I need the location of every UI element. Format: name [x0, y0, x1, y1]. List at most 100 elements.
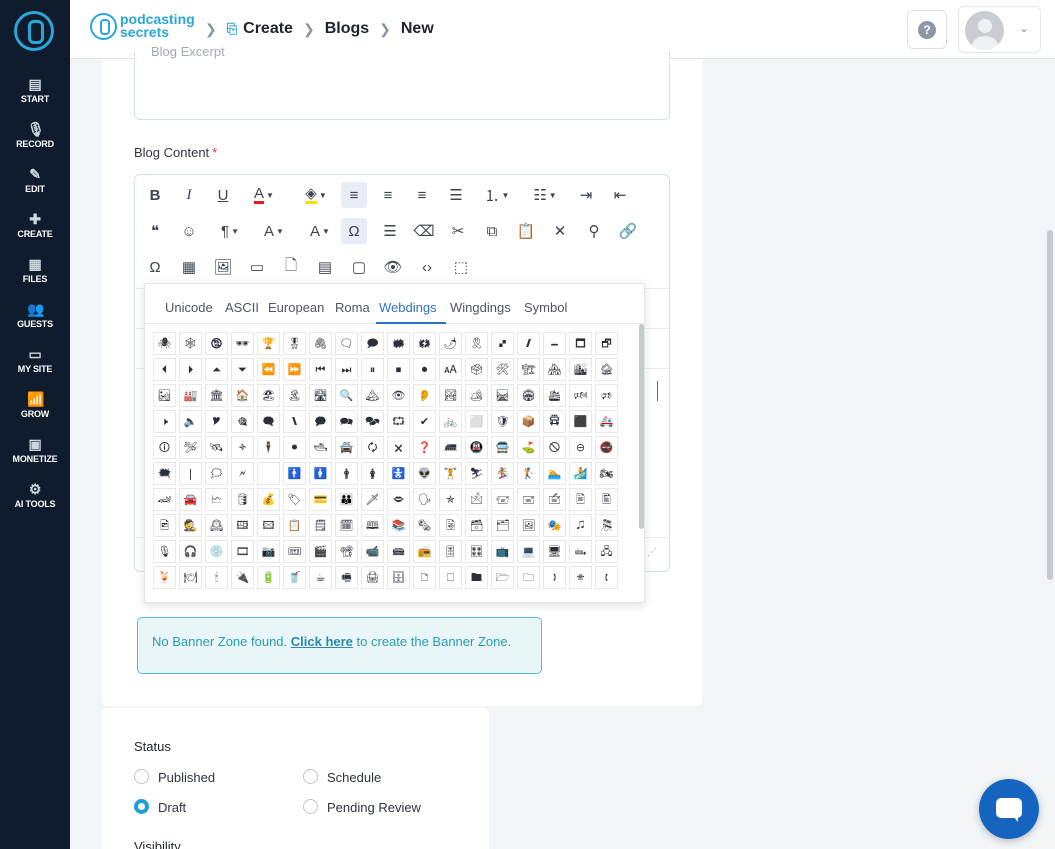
special-char-cell[interactable]: 🗮	[153, 462, 176, 485]
special-char-cell[interactable]: 🏘	[543, 358, 566, 381]
app-logo-icon[interactable]	[14, 11, 54, 51]
paste-icon[interactable]: 📋	[513, 218, 539, 244]
special-char-cell[interactable]: 🗚	[439, 358, 462, 381]
status-pending-review-radio[interactable]	[303, 799, 318, 814]
special-char-cell[interactable]: 🗆	[439, 566, 462, 589]
paragraph-format-icon[interactable]: ¶ ▼	[212, 218, 248, 244]
special-char-cell[interactable]: 🎘	[595, 514, 618, 537]
special-char-cell[interactable]: 🚔	[335, 436, 358, 459]
special-char-cell[interactable]: 🛩	[179, 436, 202, 459]
special-char-cell[interactable]: 🗄	[387, 566, 410, 589]
status-schedule-radio[interactable]	[303, 769, 318, 784]
special-char-cell[interactable]: 🚘	[179, 488, 202, 511]
special-char-cell[interactable]: 🖃	[517, 488, 540, 511]
sidebar-item-ai-tools[interactable]: ⚙ AI TOOLS	[0, 481, 70, 509]
special-char-cell[interactable]: 🍽	[179, 566, 202, 589]
special-char-cell[interactable]: 📦	[517, 410, 540, 433]
link-icon[interactable]: 🔗	[615, 218, 641, 244]
ordered-list-icon[interactable]: ⒈ ▼	[479, 182, 515, 208]
special-char-cell[interactable]: ⏪	[257, 358, 280, 381]
special-char-cell[interactable]: 🗅	[413, 566, 436, 589]
special-char-cell[interactable]: 👪	[335, 488, 358, 511]
special-char-cell[interactable]: 🎙	[153, 540, 176, 563]
special-char-cell[interactable]: 🎗	[465, 332, 488, 355]
special-char-cell[interactable]: 🗨	[335, 332, 358, 355]
special-char-cell[interactable]: 🏛	[205, 384, 228, 407]
special-char-cell[interactable]: 🏆	[257, 332, 280, 355]
special-char-cell[interactable]: ☕	[309, 566, 332, 589]
bold-icon[interactable]: B	[142, 182, 168, 208]
search-icon[interactable]: ⚲	[581, 218, 607, 244]
special-char-cell[interactable]: 🔋	[257, 566, 280, 589]
special-char-cell[interactable]: ✯	[439, 488, 462, 511]
outdent-icon[interactable]: ⇤	[607, 182, 633, 208]
popup-scrollbar[interactable]	[639, 324, 644, 529]
special-char-cell[interactable]: 🏔	[361, 384, 384, 407]
special-char-cell[interactable]: 🗠	[205, 488, 228, 511]
special-char-cell[interactable]: 🏖	[257, 384, 280, 407]
special-char-cell[interactable]: 🕷	[153, 332, 176, 355]
special-char-cell[interactable]: 🏕	[465, 384, 488, 407]
special-char-cell[interactable]: 🖻	[153, 514, 176, 537]
special-char-cell[interactable]: ⏮	[309, 358, 332, 381]
code-view-icon[interactable]: ‹›	[414, 254, 440, 280]
special-char-cell[interactable]: 🎜	[569, 514, 592, 537]
special-char-cell[interactable]: 🖄	[465, 488, 488, 511]
special-char-cell[interactable]: 🗖	[569, 332, 592, 355]
preview-icon[interactable]: 👁	[380, 254, 406, 280]
special-char-cell[interactable]: 🔍	[335, 384, 358, 407]
special-char-cell[interactable]: 🚼	[387, 462, 410, 485]
special-char-cell[interactable]: 🛢	[231, 488, 254, 511]
font-family-icon[interactable]: A ▼	[302, 218, 338, 244]
special-char-cell[interactable]: 🛣	[309, 384, 332, 407]
special-char-cell[interactable]: 👂	[413, 384, 436, 407]
tab-european[interactable]: European	[268, 300, 324, 315]
sidebar-item-my-site[interactable]: ▭ MY SITE	[0, 346, 70, 374]
special-char-cell[interactable]: 🗭	[309, 410, 332, 433]
special-char-cell[interactable]: 💳	[309, 488, 332, 511]
brand-logo[interactable]: podcasting secrets	[90, 12, 195, 40]
align-center-icon[interactable]: ≡	[375, 182, 401, 208]
special-char-cell[interactable]: 🗩	[361, 332, 384, 355]
special-char-cell[interactable]: 🗰	[387, 332, 410, 355]
special-char-cell[interactable]: 🗟	[439, 514, 462, 537]
special-char-cell[interactable]: 🗪	[335, 410, 358, 433]
special-char-cell[interactable]: 🚺	[309, 462, 332, 485]
special-char-cell[interactable]: 🛉	[335, 462, 358, 485]
special-char-cell[interactable]: 🕽	[543, 566, 566, 589]
special-char-cell[interactable]: 🛇	[543, 436, 566, 459]
special-characters-icon[interactable]: Ω	[341, 218, 367, 244]
special-char-cell[interactable]: 📋	[283, 514, 306, 537]
breadcrumb-create[interactable]: Create	[243, 20, 293, 38]
special-char-cell[interactable]: 🕰	[205, 514, 228, 537]
special-char-cell[interactable]: 🥤	[283, 566, 306, 589]
special-char-cell[interactable]: 🗀	[517, 566, 540, 589]
blog-excerpt-input[interactable]: Blog Excerpt	[134, 44, 670, 120]
special-char-cell[interactable]: 🎭	[543, 514, 566, 537]
special-char-cell[interactable]: 🗓	[335, 514, 358, 537]
template-icon[interactable]: ▤	[312, 254, 338, 280]
special-char-cell[interactable]: 🎚	[439, 540, 462, 563]
special-char-cell[interactable]: 🙽	[283, 410, 306, 433]
special-char-cell[interactable]: 🛱	[543, 410, 566, 433]
special-char-cell[interactable]: ⏺	[413, 358, 436, 381]
special-char-cell[interactable]: 🕵	[179, 514, 202, 537]
special-char-cell[interactable]: 🕨	[153, 410, 176, 433]
special-char-cell[interactable]: 🎛	[465, 540, 488, 563]
special-char-cell[interactable]: ⏹	[387, 358, 410, 381]
special-char-cell[interactable]: 🗲	[231, 462, 254, 485]
special-char-cell[interactable]: ⬛	[569, 410, 592, 433]
special-char-cell[interactable]: |	[179, 462, 202, 485]
special-char-cell[interactable]: 🛈	[153, 436, 176, 459]
special-char-cell[interactable]: 🚇	[465, 436, 488, 459]
create-banner-zone-link[interactable]: Click here	[291, 634, 353, 649]
special-char-cell[interactable]: 🛡	[491, 410, 514, 433]
special-char-cell[interactable]: ⏵	[179, 358, 202, 381]
remove-format-icon[interactable]: ✕	[547, 218, 573, 244]
special-char-cell[interactable]: 🖼	[517, 514, 540, 537]
special-char-cell[interactable]: ✔	[413, 410, 436, 433]
special-char-cell[interactable]: 🖿	[465, 566, 488, 589]
special-char-cell[interactable]: 🏋	[439, 462, 462, 485]
special-char-cell[interactable]: 🍹	[153, 566, 176, 589]
sidebar-item-guests[interactable]: 👥 GUESTS	[0, 301, 70, 329]
